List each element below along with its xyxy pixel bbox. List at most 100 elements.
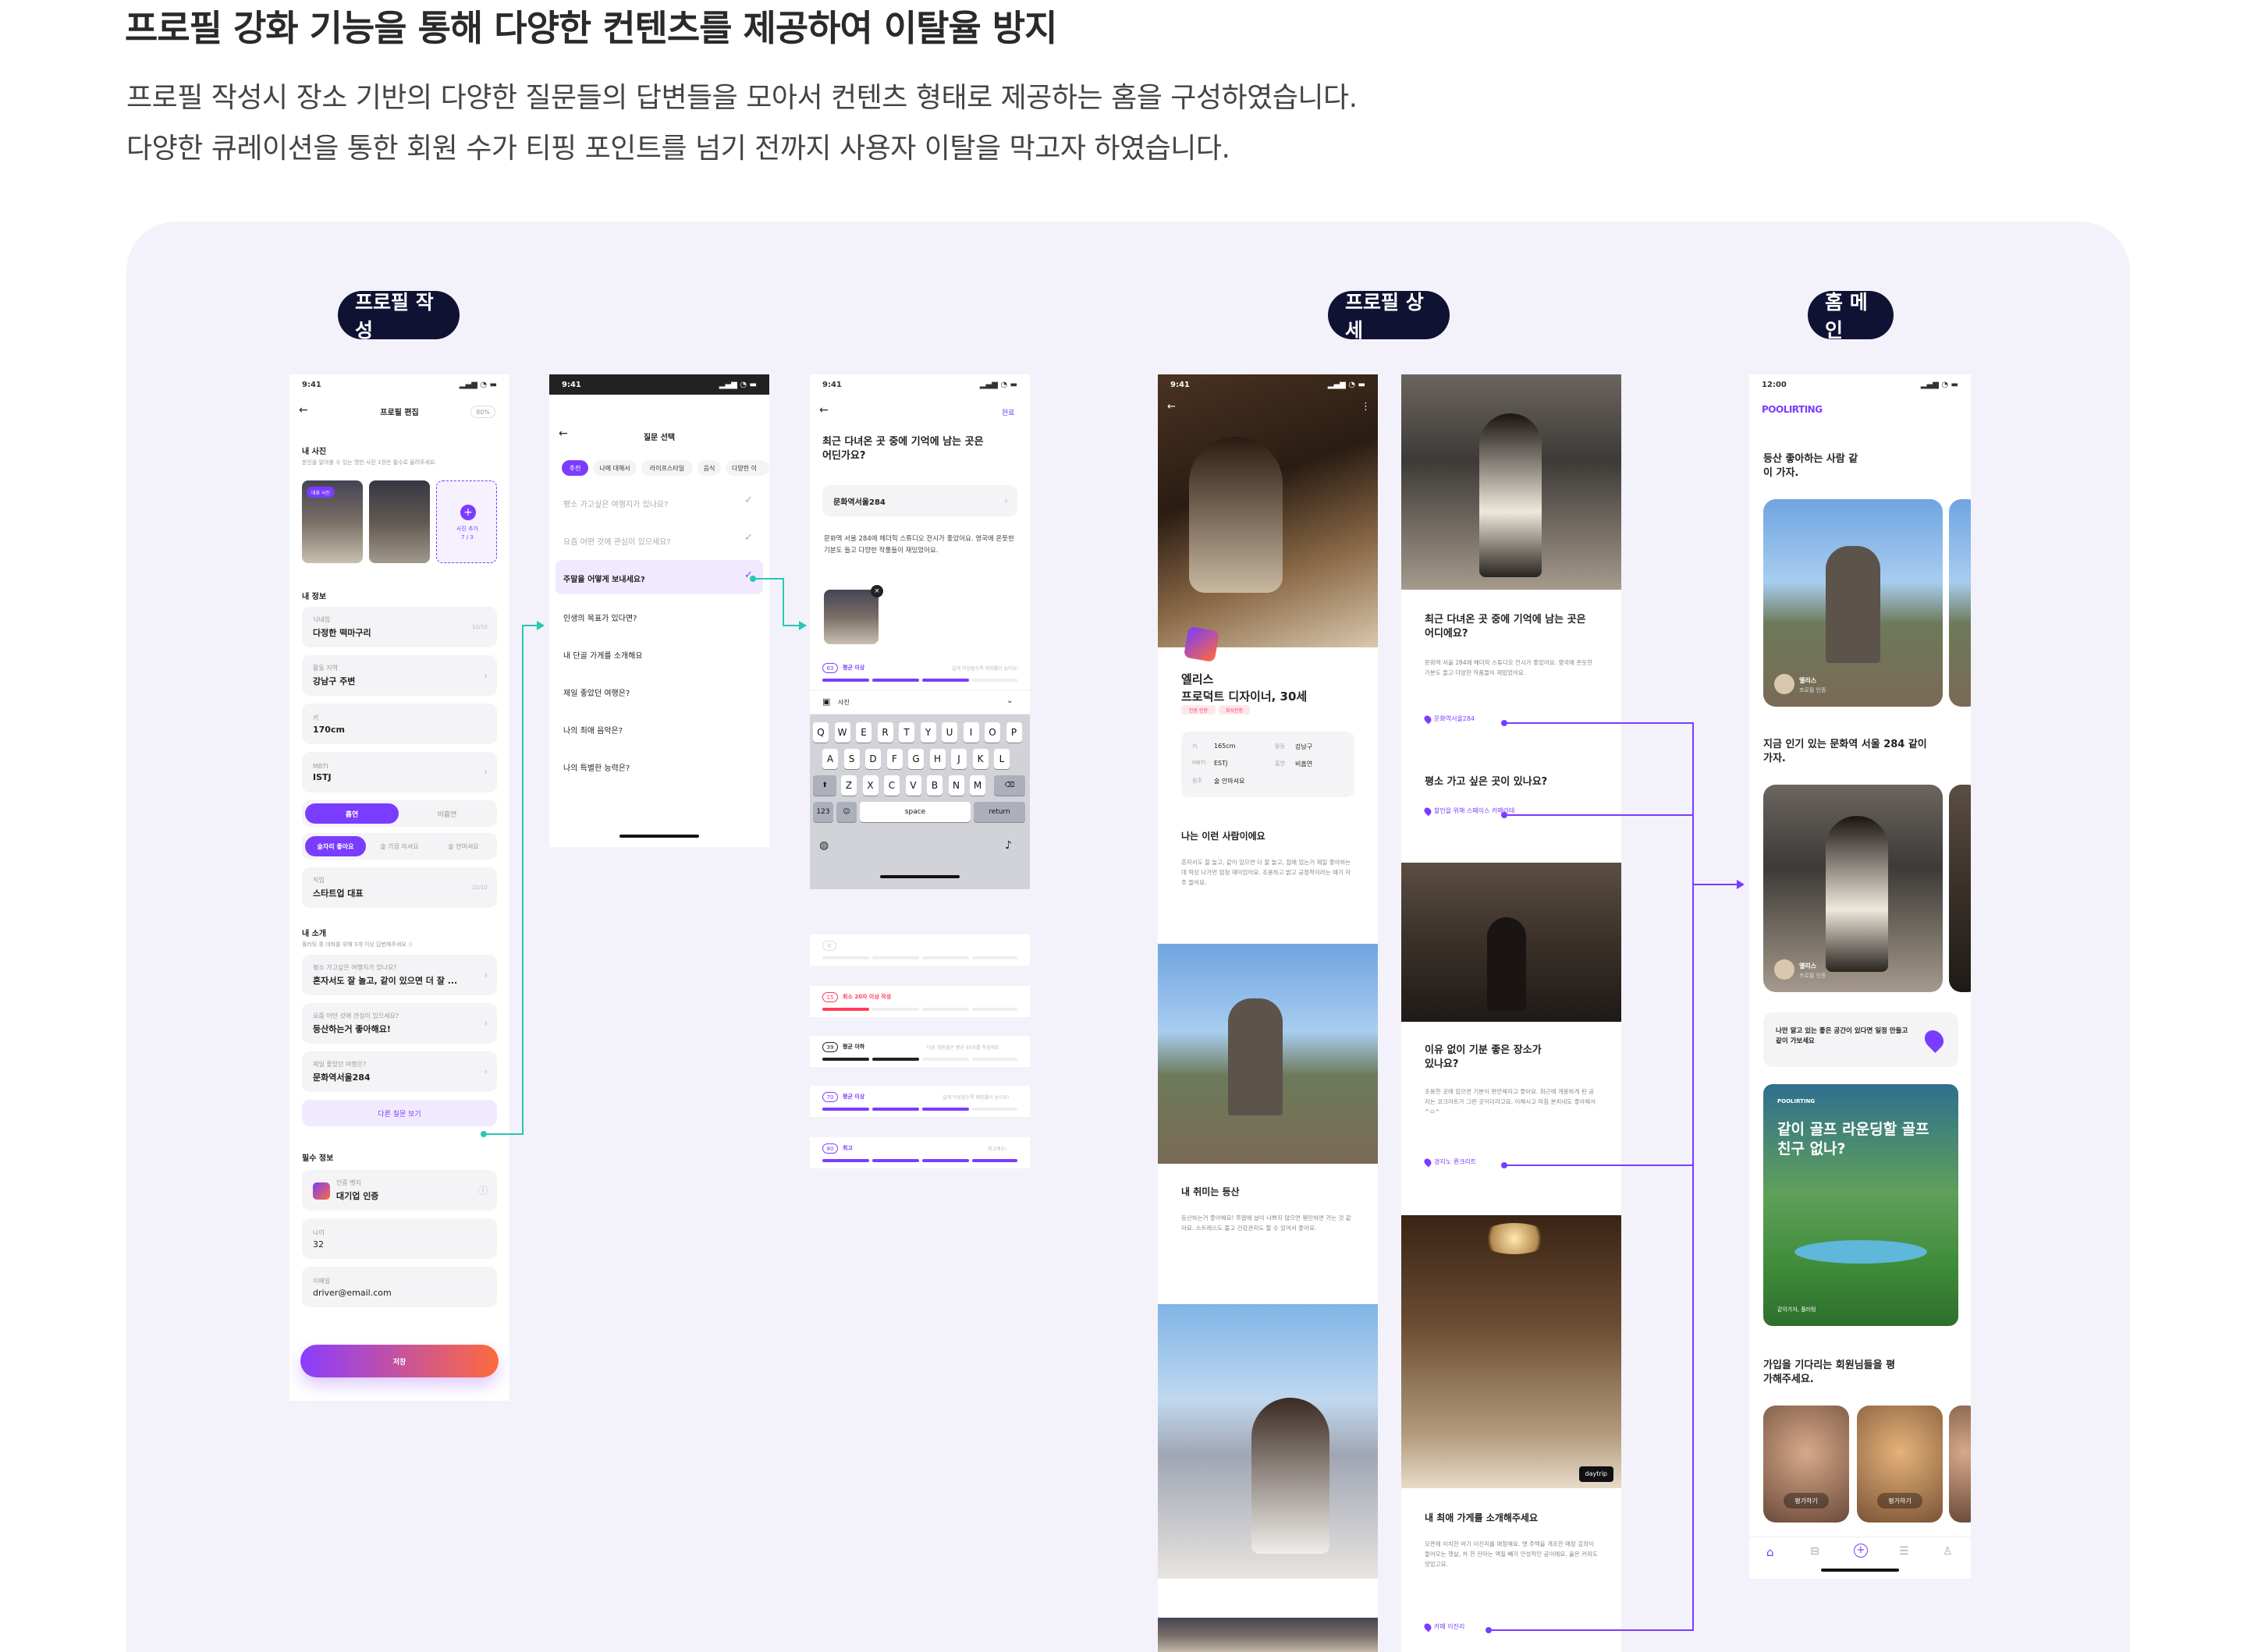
key-g[interactable]: G	[908, 749, 924, 769]
key-l[interactable]: L	[994, 749, 1010, 769]
back-icon[interactable]: ←	[1167, 401, 1176, 413]
emoji-key[interactable]: ☺	[836, 802, 857, 822]
globe-icon[interactable]: ◍	[819, 839, 829, 852]
job-field[interactable]: 직업 스타트업 대표 10/10	[302, 867, 497, 908]
key-j[interactable]: J	[951, 749, 967, 769]
more-questions-button[interactable]: 다른 질문 보기	[302, 1100, 497, 1126]
drinking-option-1[interactable]: 술자리 좋아요	[305, 836, 366, 856]
key-p[interactable]: P	[1006, 722, 1022, 743]
popular-card-1[interactable]: 엘리스 프로필 인증	[1763, 785, 1943, 992]
location-tag-2[interactable]: 할인을 위해 스페이스 카페라테	[1422, 806, 1514, 816]
more-icon[interactable]: ⋮	[1361, 401, 1371, 413]
question-item-5[interactable]: 내 단골 가게를 소개해요	[563, 649, 643, 661]
key-x[interactable]: X	[862, 775, 879, 796]
tab-1[interactable]: 나에 대해서	[593, 460, 637, 476]
key-w[interactable]: W	[834, 722, 850, 743]
key-t[interactable]: T	[899, 722, 914, 743]
key-h[interactable]: H	[929, 749, 946, 769]
nickname-field[interactable]: 닉네임 다정한 떡마구리 10/10	[302, 607, 497, 647]
space-key[interactable]: space	[860, 802, 971, 822]
mbti-field[interactable]: MBTI ISTJ ›	[302, 752, 497, 792]
email-field[interactable]: 이메일 driver@email.com	[302, 1267, 497, 1307]
create-plan-banner[interactable]: 나만 알고 있는 좋은 공간이 있다면 일정 만들고 같이 가보세요	[1763, 1012, 1958, 1067]
answer-text[interactable]: 문화역 서울 284에 헤더힉 스튜디오 전시가 좋았어요. 영국에 온듯한 기…	[824, 534, 1016, 558]
smoking-on-option[interactable]: 흡연	[305, 803, 399, 824]
add-photo-button[interactable]: + 사진 추가 7 / 3	[436, 480, 497, 563]
add-icon[interactable]: +	[1854, 1544, 1868, 1558]
attached-photo[interactable]	[824, 590, 879, 644]
rate-card-2[interactable]: 평가하기	[1857, 1406, 1943, 1523]
drinking-option-2[interactable]: 술 가끔 마셔요	[369, 836, 430, 856]
rate-button[interactable]: 평가하기	[1877, 1493, 1922, 1508]
key-q[interactable]: Q	[813, 722, 829, 743]
key-r[interactable]: R	[877, 722, 893, 743]
key-z[interactable]: Z	[841, 775, 857, 796]
number-key[interactable]: 123	[813, 802, 833, 822]
rate-card-3[interactable]	[1949, 1406, 1971, 1523]
key-n[interactable]: N	[948, 775, 964, 796]
profile-icon[interactable]: ♙	[1943, 1545, 1953, 1558]
car-icon[interactable]: ⊟	[1810, 1545, 1819, 1558]
key-m[interactable]: M	[970, 775, 985, 796]
age-field[interactable]: 나이 32	[302, 1218, 497, 1259]
close-icon[interactable]: ×	[871, 585, 883, 597]
question-item-8[interactable]: 나의 특별한 능력은?	[563, 761, 630, 773]
drinking-option-3[interactable]: 술 안마셔요	[433, 836, 494, 856]
recommend-card-1[interactable]: 엘리스 프로필 인증	[1763, 499, 1943, 707]
location-tag-3[interactable]: 경지노 퀸크리트	[1422, 1157, 1476, 1167]
question-item-1[interactable]: 평소 가고싶은 여행지가 있나요?	[563, 498, 668, 509]
key-u[interactable]: U	[942, 722, 957, 743]
golf-banner[interactable]: POOLIRTING 같이 골프 라운딩할 골프친구 없나? 같이가자, 플러팅	[1763, 1084, 1958, 1326]
key-b[interactable]: B	[927, 775, 942, 796]
question-item-6[interactable]: 제일 좋았던 여행은?	[563, 686, 630, 698]
location-tag-1[interactable]: 문화역서울284	[1422, 714, 1475, 724]
place-field[interactable]: 문화역서울284 ›	[822, 485, 1017, 516]
festival-photo	[1158, 1304, 1378, 1579]
home-icon[interactable]: ⌂	[1766, 1545, 1774, 1559]
tab-2[interactable]: 라이프스타일	[641, 460, 693, 476]
tab-3[interactable]: 음식	[698, 460, 721, 476]
save-button[interactable]: 저장	[300, 1345, 499, 1377]
recommend-card-2[interactable]	[1949, 499, 1971, 707]
profile-photo-2[interactable]	[369, 480, 430, 563]
rate-button[interactable]: 평가하기	[1784, 1493, 1829, 1508]
delete-key[interactable]: ⌫	[994, 775, 1025, 796]
rate-card-1[interactable]: 평가하기	[1763, 1406, 1849, 1523]
question-item-2[interactable]: 요즘 어떤 것에 관심이 있으세요?	[563, 535, 671, 547]
certification-field[interactable]: 인증 뱃지 대기업 인증 ⓘ	[302, 1170, 497, 1211]
key-i[interactable]: I	[963, 722, 979, 743]
key-d[interactable]: D	[865, 749, 881, 769]
meter-seg	[872, 1159, 919, 1162]
qa-item-2[interactable]: 요즘 어떤 것에 관심이 있으세요? 등산하는거 좋아해요! ›	[302, 1003, 497, 1044]
smoking-off-option[interactable]: 비흡연	[400, 803, 494, 824]
qa-item-3[interactable]: 제일 좋았던 여행은? 문화역서울284 ›	[302, 1051, 497, 1092]
key-v[interactable]: V	[905, 775, 921, 796]
question-item-4[interactable]: 인생의 목표가 있다면?	[563, 612, 637, 623]
tab-0[interactable]: 추천	[562, 460, 588, 476]
back-icon[interactable]: ←	[819, 404, 829, 417]
key-o[interactable]: O	[985, 722, 1000, 743]
return-key[interactable]: return	[974, 802, 1025, 822]
height-field[interactable]: 키 170cm	[302, 704, 497, 744]
attach-bar[interactable]: ▣ 사진 ⌄	[810, 690, 1030, 714]
key-s[interactable]: S	[843, 749, 860, 769]
tab-4[interactable]: 다양한 이	[726, 460, 769, 476]
qa-item-1[interactable]: 평소 가고싶은 여행지가 있나요? 혼자서도 잘 놀고, 같이 있으면 더 잘 .…	[302, 955, 497, 995]
key-f[interactable]: F	[886, 749, 903, 769]
profile-photo-1[interactable]: 대표 사진	[302, 480, 363, 563]
key-e[interactable]: E	[856, 722, 871, 743]
list-icon[interactable]: ☰	[1899, 1545, 1909, 1558]
popular-card-2[interactable]	[1949, 785, 1971, 992]
question-item-7[interactable]: 나의 최애 음악은?	[563, 724, 623, 736]
microphone-icon[interactable]: ♪	[1005, 839, 1012, 852]
location-tag-4[interactable]: 카페 이진리	[1422, 1622, 1464, 1632]
subtitle-line-1: 프로필 작성시 장소 기반의 다양한 질문들의 답변들을 모아서 컨텐츠 형태로…	[126, 82, 1358, 114]
clock: 9:41	[1170, 380, 1190, 389]
key-y[interactable]: Y	[920, 722, 936, 743]
key-a[interactable]: A	[822, 749, 838, 769]
area-field[interactable]: 활동 지역 강남구 주변 ›	[302, 655, 497, 696]
done-button[interactable]: 완료	[1002, 407, 1015, 417]
key-k[interactable]: K	[972, 749, 989, 769]
shift-key[interactable]: ⬆	[813, 775, 836, 796]
key-c[interactable]: C	[884, 775, 900, 796]
